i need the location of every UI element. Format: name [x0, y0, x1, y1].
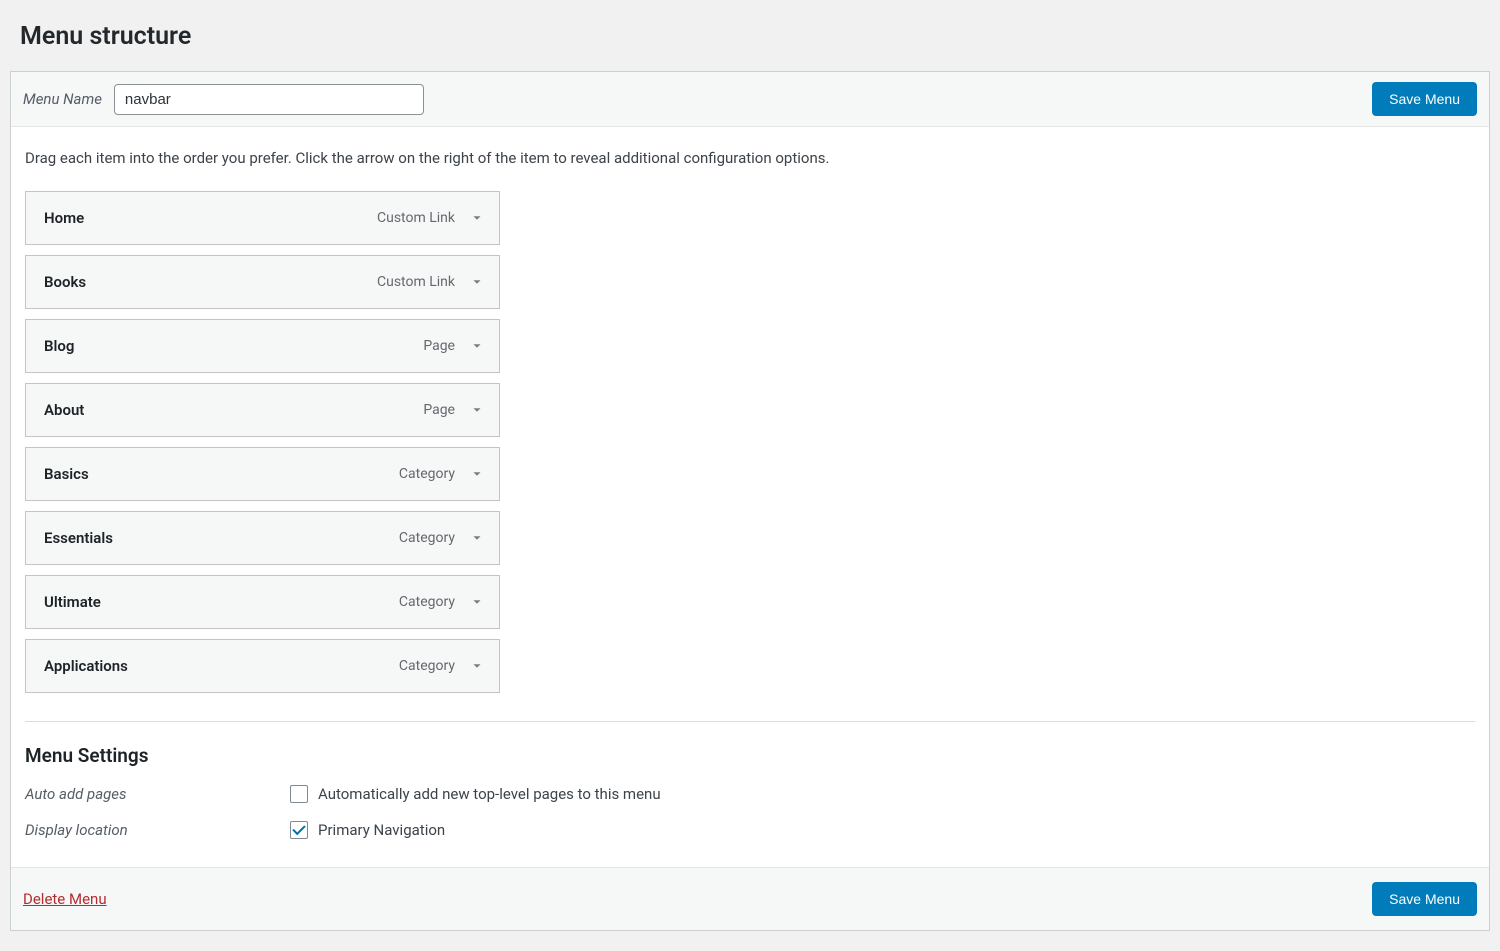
menu-name-input[interactable]: [114, 84, 424, 115]
menu-item[interactable]: Essentials Category: [25, 511, 500, 565]
menu-item-right: Page: [423, 334, 489, 358]
save-menu-button-top[interactable]: Save Menu: [1372, 82, 1477, 116]
menu-item-title: Applications: [44, 657, 128, 675]
menu-item-type-label: Page: [423, 402, 455, 418]
menu-item-title: Essentials: [44, 529, 113, 547]
menu-body: Drag each item into the order you prefer…: [11, 127, 1489, 867]
menu-item-right: Custom Link: [377, 206, 489, 230]
chevron-down-icon[interactable]: [465, 270, 489, 294]
chevron-down-icon[interactable]: [465, 462, 489, 486]
menu-item-type-label: Custom Link: [377, 274, 455, 290]
chevron-down-icon[interactable]: [465, 526, 489, 550]
menu-item-title: Ultimate: [44, 593, 101, 611]
menu-item-bar: Books Custom Link: [26, 256, 499, 308]
display-location-checkbox-label: Primary Navigation: [318, 821, 445, 839]
menu-item-title: Blog: [44, 337, 74, 355]
menu-item-type-label: Category: [399, 466, 455, 482]
chevron-down-icon[interactable]: [465, 334, 489, 358]
chevron-down-icon[interactable]: [465, 654, 489, 678]
chevron-down-icon[interactable]: [465, 206, 489, 230]
menu-name-wrap: Menu Name: [23, 84, 424, 115]
menu-item-title: Books: [44, 273, 86, 291]
display-location-group: Display location Primary Navigation: [25, 821, 1475, 839]
menu-item[interactable]: Blog Page: [25, 319, 500, 373]
auto-add-pages-label: Auto add pages: [25, 785, 290, 803]
menu-edit-panel: Menu Name Save Menu Drag each item into …: [10, 71, 1490, 931]
menu-item-right: Page: [423, 398, 489, 422]
display-location-control[interactable]: Primary Navigation: [290, 821, 445, 839]
menu-item-bar: Essentials Category: [26, 512, 499, 564]
menu-item-type-label: Page: [423, 338, 455, 354]
menu-item-bar: Basics Category: [26, 448, 499, 500]
menu-item-type-label: Custom Link: [377, 210, 455, 226]
menu-item-right: Category: [399, 654, 489, 678]
menu-item-title: Home: [44, 209, 84, 227]
chevron-down-icon[interactable]: [465, 590, 489, 614]
menu-item[interactable]: Ultimate Category: [25, 575, 500, 629]
menu-item-bar: Applications Category: [26, 640, 499, 692]
auto-add-pages-group: Auto add pages Automatically add new top…: [25, 785, 1475, 803]
menu-item-title: About: [44, 401, 84, 419]
menu-item-type-label: Category: [399, 658, 455, 674]
menu-item[interactable]: Home Custom Link: [25, 191, 500, 245]
menu-item-right: Category: [399, 526, 489, 550]
menu-item-right: Category: [399, 590, 489, 614]
menu-item-right: Category: [399, 462, 489, 486]
menu-item[interactable]: Basics Category: [25, 447, 500, 501]
menu-item-type-label: Category: [399, 594, 455, 610]
menu-header: Menu Name Save Menu: [11, 72, 1489, 127]
save-menu-button-bottom[interactable]: Save Menu: [1372, 882, 1477, 916]
menu-name-label: Menu Name: [23, 90, 102, 108]
menu-item-title: Basics: [44, 465, 89, 483]
auto-add-pages-checkbox-label: Automatically add new top-level pages to…: [318, 785, 661, 803]
page-title: Menu structure: [10, 10, 1490, 71]
drag-instructions-text: Drag each item into the order you prefer…: [25, 149, 1475, 167]
menu-footer: Delete Menu Save Menu: [11, 867, 1489, 930]
menu-item-bar: Ultimate Category: [26, 576, 499, 628]
menu-item-right: Custom Link: [377, 270, 489, 294]
menu-settings-title: Menu Settings: [25, 744, 1475, 767]
menu-item-bar: About Page: [26, 384, 499, 436]
chevron-down-icon[interactable]: [465, 398, 489, 422]
auto-add-pages-control[interactable]: Automatically add new top-level pages to…: [290, 785, 661, 803]
menu-item[interactable]: About Page: [25, 383, 500, 437]
display-location-label: Display location: [25, 821, 290, 839]
delete-menu-link[interactable]: Delete Menu: [23, 890, 107, 908]
menu-item-bar: Home Custom Link: [26, 192, 499, 244]
auto-add-pages-checkbox[interactable]: [290, 785, 308, 803]
menu-item-type-label: Category: [399, 530, 455, 546]
menu-items-list: HomeCustom LinkBooksCustom LinkBlogPageA…: [25, 191, 1475, 693]
menu-item-bar: Blog Page: [26, 320, 499, 372]
menu-item[interactable]: Applications Category: [25, 639, 500, 693]
settings-divider: [25, 721, 1475, 722]
display-location-checkbox[interactable]: [290, 821, 308, 839]
menu-item[interactable]: Books Custom Link: [25, 255, 500, 309]
